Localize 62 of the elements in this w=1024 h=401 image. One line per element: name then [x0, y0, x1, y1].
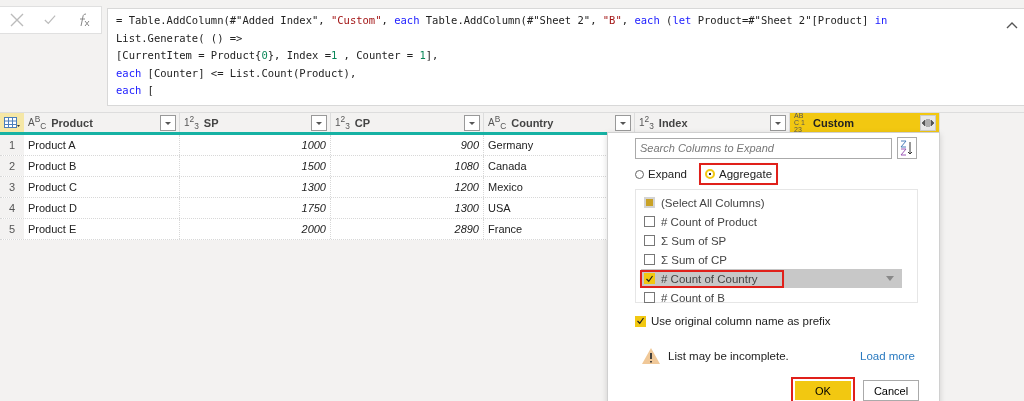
row-number: 3	[0, 177, 24, 197]
column-list-item[interactable]: # Count of B	[641, 288, 902, 307]
item-label: # Count of B	[661, 291, 725, 304]
expand-icon[interactable]	[920, 114, 936, 131]
item-label: Σ Sum of SP	[661, 234, 727, 247]
checkbox[interactable]	[635, 315, 646, 327]
radio-option[interactable]: Aggregate	[701, 165, 777, 183]
filter-dropdown-icon[interactable]	[464, 114, 480, 131]
item-label: Σ Sum of CP	[661, 253, 727, 266]
sort-button[interactable]	[897, 137, 917, 159]
load-more-link[interactable]: Load more	[860, 350, 915, 362]
table-icon	[4, 116, 20, 129]
formula-field[interactable]: = Table.AddColumn(#"Added Index", "Custom", each Table.AddColumn(#"Sheet 2", "B", each (let Product=#"Sheet 2"[Product] in List.Generate( () => [CurrentItem = Product{0}, Index =1 , Counter = 1], each [Counter] <= List.Count(Product), each [	[107, 8, 1024, 106]
filter-dropdown-icon[interactable]	[615, 114, 631, 131]
table-cell: Product C	[24, 177, 180, 197]
table-cell: 1300	[331, 198, 484, 218]
checkbox[interactable]	[644, 273, 655, 284]
column-list-item[interactable]: (Select All Columns)	[641, 193, 902, 212]
row-number: 4	[0, 198, 24, 218]
table-cell: 1300	[180, 177, 331, 197]
column-list-item[interactable]: # Count of Product	[641, 212, 902, 231]
collapse-icon[interactable]	[1006, 21, 1018, 29]
table-menu-button[interactable]	[0, 113, 24, 132]
table-cell: 1750	[180, 198, 331, 218]
item-label: (Select All Columns)	[661, 196, 765, 209]
table-cell: 2000	[180, 219, 331, 239]
check-icon[interactable]	[43, 14, 58, 26]
table-cell: 2890	[331, 219, 484, 239]
checkbox[interactable]	[644, 216, 655, 227]
table-cell: Product B	[24, 156, 180, 176]
checkbox[interactable]	[644, 254, 655, 265]
table-cell: 1500	[180, 156, 331, 176]
filter-dropdown-icon[interactable]	[770, 114, 786, 131]
checkbox[interactable]	[644, 292, 655, 303]
search-field[interactable]: Search Columns to Expand	[635, 137, 892, 159]
warning-icon	[641, 347, 661, 365]
prefix-checkbox-row[interactable]: Use original column name as prefix	[635, 315, 919, 327]
function-icon[interactable]	[77, 13, 92, 27]
table-cell: 1000	[180, 135, 331, 155]
item-label: # Count of Product	[661, 215, 757, 228]
column-list-item[interactable]: # Count of Country	[641, 269, 902, 288]
table-cell: Product E	[24, 219, 180, 239]
cancel-button[interactable]: Cancel	[863, 380, 919, 401]
filter-dropdown-icon[interactable]	[160, 114, 176, 131]
row-number: 1	[0, 135, 24, 155]
ok-button[interactable]: OK	[791, 377, 855, 401]
table-cell: 900	[331, 135, 484, 155]
row-number: 5	[0, 219, 24, 239]
checkbox[interactable]	[644, 235, 655, 246]
filter-dropdown-icon[interactable]	[311, 114, 327, 131]
column-list-item[interactable]: Σ Sum of CP	[641, 250, 902, 269]
table-cell: Product A	[24, 135, 180, 155]
column-list-item[interactable]: Σ Sum of SP	[641, 231, 902, 250]
row-number: 2	[0, 156, 24, 176]
table-cell: 1200	[331, 177, 484, 197]
warning-text: List may be incomplete.	[668, 350, 790, 362]
table-cell: Product D	[24, 198, 180, 218]
sort-icon	[900, 140, 914, 156]
table-cell: 1080	[331, 156, 484, 176]
prefix-label: Use original column name as prefix	[651, 315, 831, 327]
radio-option[interactable]: Expand	[635, 165, 691, 183]
item-label: # Count of Country	[661, 272, 758, 285]
